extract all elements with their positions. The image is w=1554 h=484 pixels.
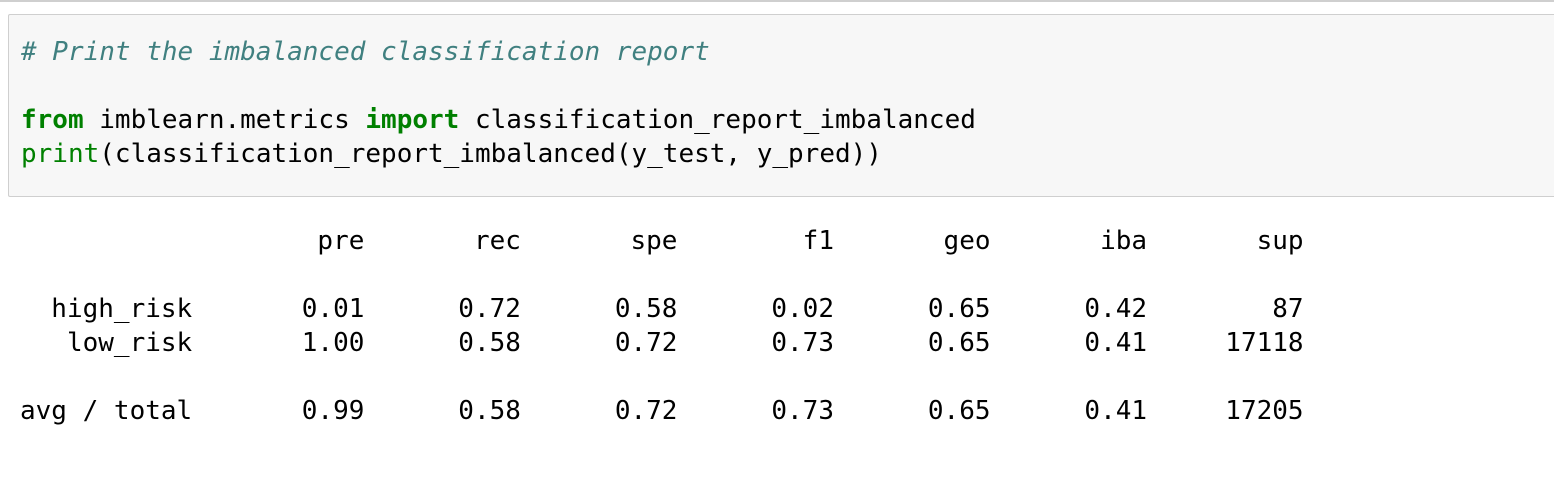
report-row-avg-total: avg / total 0.99 0.58 0.72 0.73 0.65 0.4… (20, 396, 1304, 426)
code-line-empty (21, 69, 976, 103)
code-editor[interactable]: # Print the imbalanced classification re… (21, 35, 976, 171)
report-blank-line (20, 360, 1304, 394)
module-name: imblearn.metrics (83, 105, 366, 135)
report-header-row: pre rec spe f1 geo iba sup (20, 226, 1304, 256)
cell-output: pre rec spe f1 geo iba sup high_risk 0.0… (20, 224, 1304, 428)
print-arguments: (classification_report_imbalanced(y_test… (99, 139, 882, 169)
code-input-cell[interactable]: # Print the imbalanced classification re… (8, 14, 1554, 197)
report-row-low-risk: low_risk 1.00 0.58 0.72 0.73 0.65 0.41 1… (20, 328, 1304, 358)
keyword-from: from (21, 105, 84, 135)
keyword-import: import (365, 105, 460, 135)
code-line-import: from imblearn.metrics import classificat… (21, 103, 976, 137)
report-blank-line (20, 258, 1304, 292)
cell-separator-rule (0, 0, 1554, 2)
report-row-high-risk: high_risk 0.01 0.72 0.58 0.02 0.65 0.42 … (20, 294, 1304, 324)
builtin-print: print (21, 139, 100, 169)
imported-function: classification_report_imbalanced (459, 105, 976, 135)
code-line-print: print(classification_report_imbalanced(y… (21, 137, 976, 171)
code-comment: # Print the imbalanced classification re… (21, 37, 710, 67)
